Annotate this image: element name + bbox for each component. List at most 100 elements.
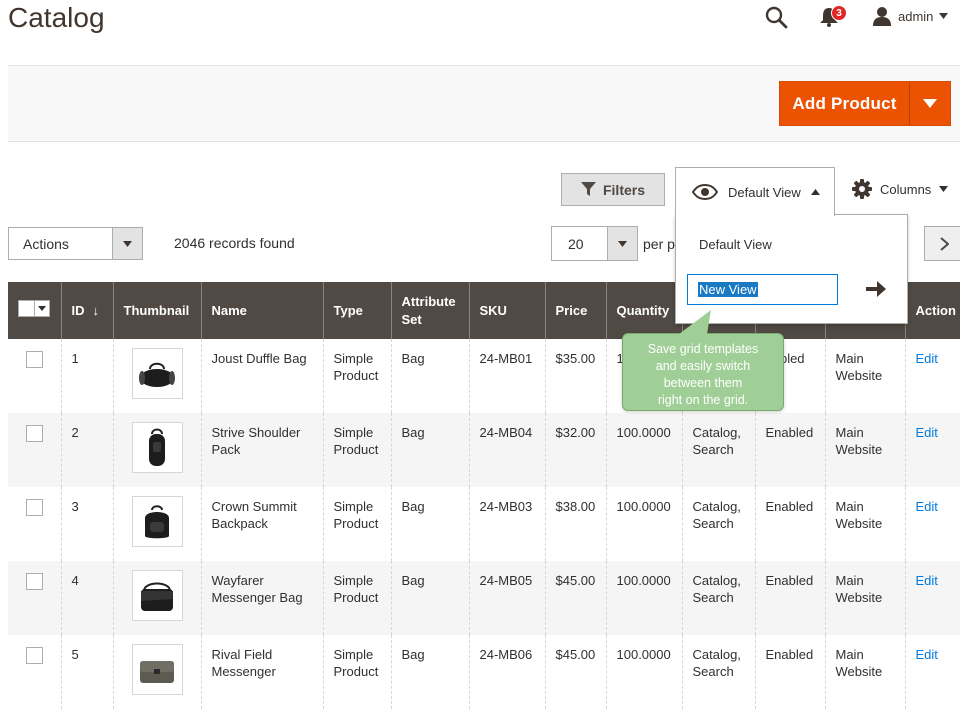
edit-link[interactable]: Edit xyxy=(916,573,938,588)
cell-websites: Main Website xyxy=(824,635,905,709)
cell-websites: Main Website xyxy=(824,487,905,561)
cell-websites: Main Website xyxy=(824,413,905,487)
edit-link[interactable]: Edit xyxy=(916,647,938,662)
cell-sku: 24-MB01 xyxy=(468,339,545,413)
sort-descending-icon: ↓ xyxy=(92,302,100,318)
cell-type: Simple Product xyxy=(322,561,391,635)
cell-status: Enabled xyxy=(754,413,825,487)
select-all-checkbox[interactable] xyxy=(18,300,50,317)
gear-icon xyxy=(852,179,872,199)
cell-attribute-set: Bag xyxy=(390,413,469,487)
cell-quantity: 100.0000 xyxy=(605,413,682,487)
tooltip-line: and easily switch xyxy=(655,359,751,373)
cell-attribute-set: Bag xyxy=(390,561,469,635)
cell-id: 2 xyxy=(60,413,113,487)
per-page-toggle[interactable] xyxy=(607,227,637,260)
product-thumbnail[interactable] xyxy=(131,348,183,399)
column-header-sku[interactable]: SKU xyxy=(468,282,545,339)
funnel-icon xyxy=(580,182,596,196)
row-checkbox[interactable] xyxy=(26,499,43,516)
cell-quantity: 100.0000 xyxy=(605,487,682,561)
columns-button[interactable]: Columns xyxy=(852,178,949,200)
caret-down-icon xyxy=(38,306,46,311)
cell-sku: 24-MB05 xyxy=(468,561,545,635)
row-checkbox[interactable] xyxy=(26,351,43,368)
cell-name: Rival Field Messenger xyxy=(200,635,323,709)
cell-price: $32.00 xyxy=(544,413,606,487)
caret-down-icon xyxy=(939,186,949,192)
columns-label: Columns xyxy=(880,181,932,197)
product-thumbnail[interactable] xyxy=(131,422,183,473)
view-switcher-label: Default View xyxy=(728,184,801,200)
cell-websites: Main Website xyxy=(824,339,905,413)
per-page-label: per p xyxy=(643,236,675,252)
cell-status: Enabled xyxy=(754,635,825,709)
new-view-text: New View xyxy=(698,282,758,297)
edit-link[interactable]: Edit xyxy=(916,499,938,514)
eye-icon xyxy=(692,184,718,200)
product-thumbnail[interactable] xyxy=(131,644,183,695)
caret-down-icon xyxy=(618,240,627,247)
cell-visibility: Catalog, Search xyxy=(681,413,755,487)
tooltip-line: right on the grid. xyxy=(657,393,749,407)
table-row: 1 Joust Duffle Bag Simple Product Bag 24-… xyxy=(8,339,960,413)
cell-quantity: 100.0000 xyxy=(605,561,682,635)
cell-websites: Main Website xyxy=(824,561,905,635)
cell-type: Simple Product xyxy=(322,487,391,561)
view-switcher-button[interactable]: Default View xyxy=(675,167,835,216)
row-checkbox[interactable] xyxy=(26,647,43,664)
column-header-id[interactable]: ID ↓ xyxy=(60,282,113,339)
messenger-bag-icon xyxy=(141,582,173,611)
user-menu[interactable]: admin xyxy=(872,5,949,27)
cell-price: $38.00 xyxy=(544,487,606,561)
cell-name: Crown Summit Backpack xyxy=(200,487,323,561)
product-thumbnail[interactable] xyxy=(131,570,183,621)
tooltip-line: between them xyxy=(663,376,743,390)
per-page-select[interactable]: 20 xyxy=(551,226,638,261)
view-item-default[interactable]: Default View xyxy=(699,237,772,252)
caret-down-icon xyxy=(123,240,132,247)
mass-actions-toggle[interactable] xyxy=(112,228,142,259)
shoulder-pack-icon xyxy=(149,428,165,466)
cell-name: Joust Duffle Bag xyxy=(200,339,323,413)
cell-sku: 24-MB06 xyxy=(468,635,545,709)
search-icon[interactable] xyxy=(764,5,788,29)
edit-link[interactable]: Edit xyxy=(916,351,938,366)
table-row: 2 Strive Shoulder Pack Simple Product Bag … xyxy=(8,413,960,487)
add-product-split-toggle[interactable] xyxy=(909,82,950,125)
cell-quantity: 100.0000 xyxy=(605,635,682,709)
backpack-icon xyxy=(145,504,169,538)
row-checkbox[interactable] xyxy=(26,425,43,442)
edit-link[interactable]: Edit xyxy=(916,425,938,440)
cell-price: $45.00 xyxy=(544,635,606,709)
column-header-quantity[interactable]: Quantity xyxy=(605,282,682,339)
chevron-right-icon xyxy=(939,236,949,251)
cell-visibility: Catalog, Search xyxy=(681,487,755,561)
table-row: 5 Rival Field Messenger Simple Product Bag… xyxy=(8,635,960,709)
column-header-type[interactable]: Type xyxy=(322,282,391,339)
add-product-button[interactable]: Add Product xyxy=(779,81,951,126)
notification-badge[interactable]: 3 xyxy=(831,5,847,21)
caret-up-icon xyxy=(810,189,820,195)
cell-visibility: Catalog, Search xyxy=(681,635,755,709)
cell-id: 1 xyxy=(60,339,113,413)
mass-actions-select[interactable]: Actions xyxy=(8,227,143,260)
column-header-attribute-set[interactable]: Attribute Set xyxy=(390,282,469,339)
records-found: 2046 records found xyxy=(174,235,295,251)
next-page-button[interactable] xyxy=(924,226,960,261)
arrow-right-icon[interactable] xyxy=(864,278,888,300)
product-grid: ID ↓ Thumbnail Name Type Attribute Set SKU… xyxy=(8,282,960,709)
cell-id: 3 xyxy=(60,487,113,561)
cell-sku: 24-MB04 xyxy=(468,413,545,487)
filters-button[interactable]: Filters xyxy=(561,173,665,206)
filters-label: Filters xyxy=(602,181,645,198)
row-checkbox[interactable] xyxy=(26,573,43,590)
add-product-label[interactable]: Add Product xyxy=(780,82,909,125)
select-all-header[interactable] xyxy=(8,282,61,339)
cell-attribute-set: Bag xyxy=(390,635,469,709)
new-view-input[interactable]: New View xyxy=(687,274,838,305)
column-header-price[interactable]: Price xyxy=(544,282,606,339)
column-header-name[interactable]: Name xyxy=(200,282,323,339)
product-thumbnail[interactable] xyxy=(131,496,183,547)
user-name: admin xyxy=(898,8,934,24)
